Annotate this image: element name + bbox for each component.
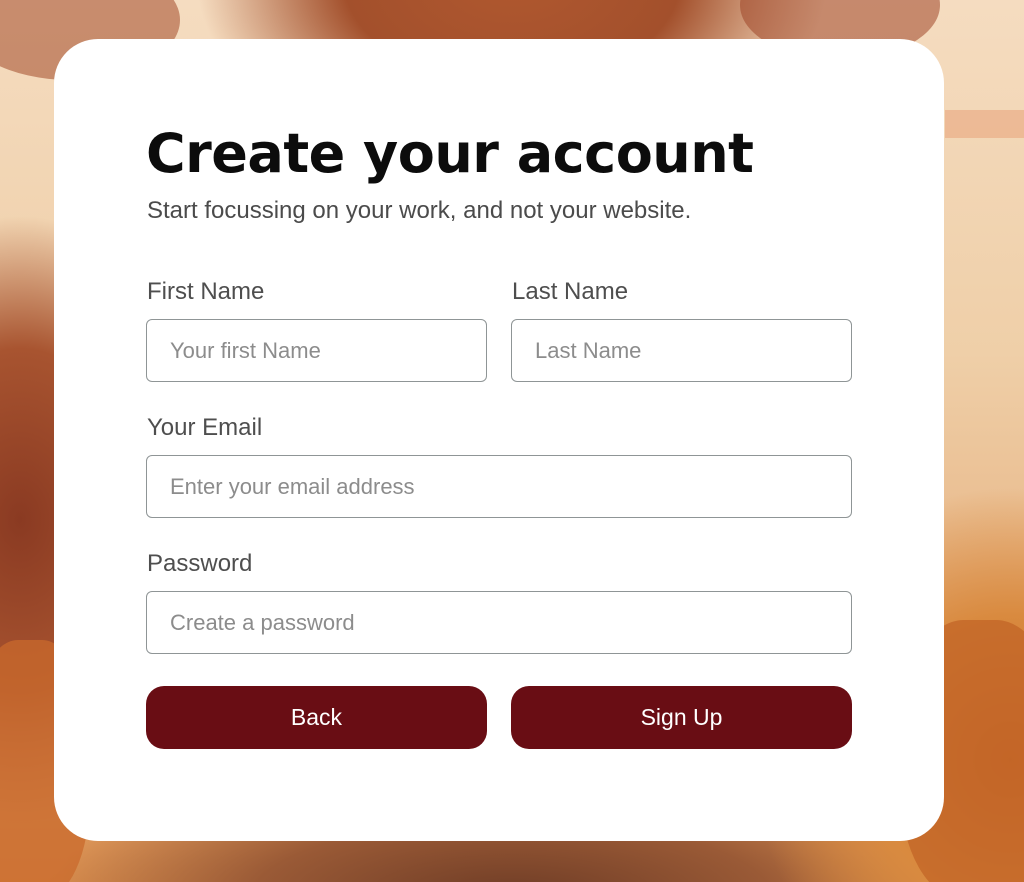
last-name-label: Last Name <box>512 278 629 305</box>
email-label: Your Email <box>147 414 263 441</box>
page-title: Create your account <box>146 122 754 185</box>
sign-up-button[interactable]: Sign Up <box>511 686 852 749</box>
first-name-label: First Name <box>147 278 265 305</box>
last-name-input[interactable] <box>511 319 852 382</box>
email-input[interactable] <box>146 455 852 518</box>
background-accent-stripe <box>945 110 1024 138</box>
back-button[interactable]: Back <box>146 686 487 749</box>
page-subtitle: Start focussing on your work, and not yo… <box>147 197 692 224</box>
password-input[interactable] <box>146 591 852 654</box>
first-name-input[interactable] <box>146 319 487 382</box>
password-label: Password <box>147 550 253 577</box>
